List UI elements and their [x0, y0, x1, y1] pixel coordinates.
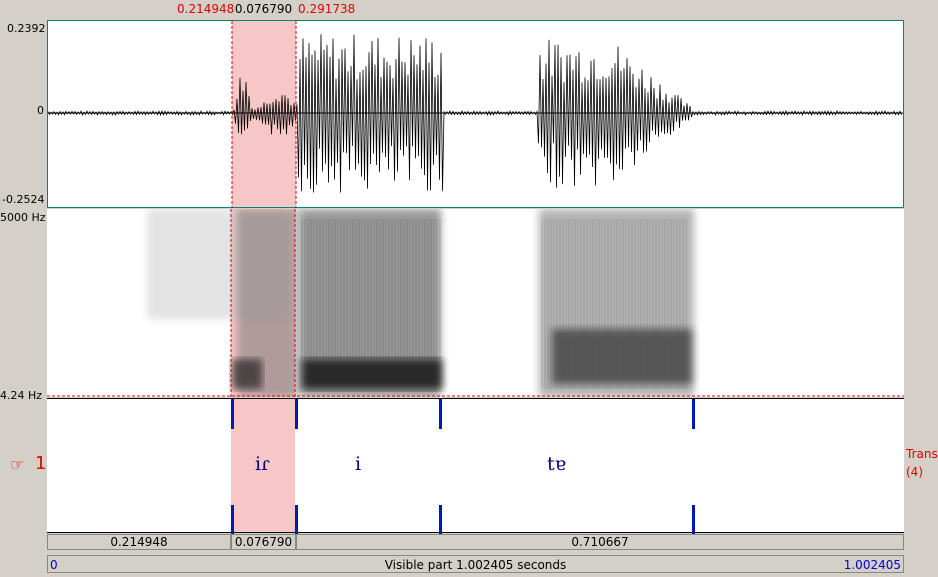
visible-duration: Visible part 1.002405 seconds	[384, 558, 567, 572]
boundary-marker-top[interactable]	[692, 399, 695, 429]
tier-count: (4)	[906, 465, 923, 479]
spectrogram-svg	[47, 209, 904, 397]
visible-end: 1.002405	[843, 558, 901, 572]
boundary-marker-top[interactable]	[439, 399, 442, 429]
boundary-marker-bottom[interactable]	[692, 505, 695, 535]
interval-label[interactable]: i	[355, 453, 361, 475]
tier-panel[interactable]: iɾ i tɐ	[47, 398, 904, 535]
waveform-svg	[48, 21, 903, 207]
boundary-marker-bottom[interactable]	[231, 505, 234, 535]
boundary-marker-bottom[interactable]	[295, 505, 298, 535]
spectrogram-energy-region	[232, 359, 262, 389]
spectrogram-fmax-label: 5000 Hz	[0, 211, 46, 224]
boundary-marker-top[interactable]	[295, 399, 298, 429]
wave-ymax-label: 0.2392	[7, 22, 46, 35]
boundary-marker-bottom[interactable]	[439, 505, 442, 535]
tier-name[interactable]: Trans	[906, 447, 938, 461]
spectrogram-image	[147, 209, 694, 397]
interval-duration-cell[interactable]: 0.710667	[296, 534, 904, 550]
boundary-marker-top[interactable]	[231, 399, 234, 429]
spectrogram-fmin-label: 4.24 Hz	[0, 389, 43, 402]
interval-label[interactable]: tɐ	[547, 453, 566, 475]
interval-duration-cell[interactable]: 0.076790	[231, 534, 296, 550]
interval-label[interactable]: iɾ	[255, 453, 270, 475]
waveform-panel[interactable]	[47, 20, 904, 208]
waveform-trace	[48, 34, 902, 193]
spectrogram-panel[interactable]	[47, 209, 904, 397]
tier-number[interactable]: 1	[35, 453, 46, 474]
interval-duration-cell[interactable]: 0.214948	[47, 534, 231, 550]
selection-start-readout: 0.214948	[177, 2, 235, 16]
visible-part-bar[interactable]: 0 Visible part 1.002405 seconds 1.002405	[47, 555, 904, 573]
selection-end-readout: 0.291738	[298, 2, 356, 16]
selection-duration-readout: 0.076790	[234, 2, 293, 16]
wave-yzero-label: 0	[37, 104, 44, 117]
selection-highlight	[232, 21, 296, 207]
pointing-hand-icon: ☞	[10, 455, 25, 474]
wave-ymin-label: -0.2524	[2, 193, 45, 206]
